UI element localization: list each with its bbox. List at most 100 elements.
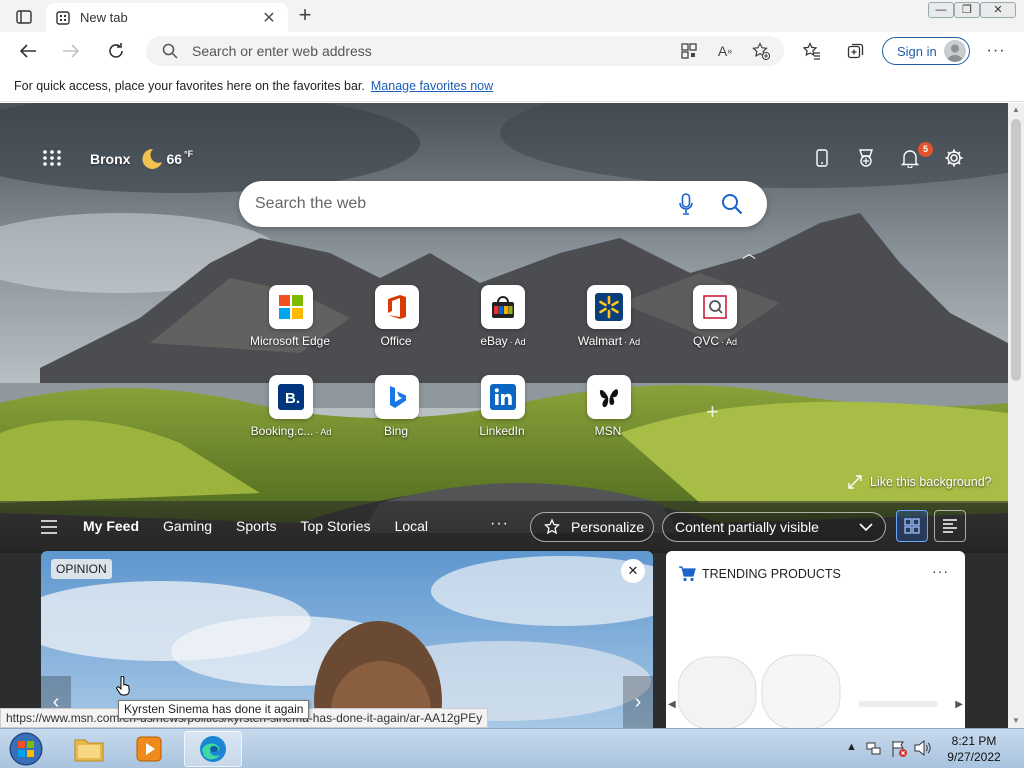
product-router-image: [678, 654, 938, 728]
expand-arrows-icon: [848, 475, 862, 489]
settings-more-button[interactable]: ···: [981, 36, 1011, 66]
feed-tab-sports[interactable]: Sports: [236, 518, 276, 534]
page-scrollbar[interactable]: ▲ ▼: [1008, 103, 1024, 728]
content-visibility-dropdown[interactable]: Content partially visible: [662, 512, 886, 542]
list-view-button[interactable]: [934, 510, 966, 542]
hand-cursor-icon: [116, 676, 130, 696]
collections-button[interactable]: [841, 36, 871, 66]
weather-location: Bronx: [90, 151, 131, 167]
personalize-label: Personalize: [571, 519, 645, 535]
trending-more-button[interactable]: ···: [932, 563, 949, 579]
title-bar: New tab ✕ + — ❐ ✕: [0, 0, 1024, 32]
quick-link-bing[interactable]: Bing: [342, 375, 452, 438]
taskbar-edge[interactable]: [184, 731, 242, 767]
trending-products-header: TRENDING PRODUCTS: [678, 566, 841, 582]
refresh-button[interactable]: [101, 36, 131, 66]
close-window-button[interactable]: ✕: [980, 2, 1016, 18]
feed-tab-top-stories[interactable]: Top Stories: [301, 518, 371, 534]
add-favorite-icon[interactable]: [750, 41, 772, 61]
feed-more-tabs-button[interactable]: ···: [490, 515, 509, 533]
address-bar[interactable]: A»: [146, 36, 784, 66]
manage-favorites-link[interactable]: Manage favorites now: [371, 79, 493, 93]
sign-in-label: Sign in: [897, 43, 937, 59]
web-search-input[interactable]: [255, 181, 655, 227]
new-tab-page: Bronx 66 °F 5 ︿ Microsoft Edge Office: [0, 103, 1008, 728]
tab-actions-button[interactable]: [10, 6, 38, 28]
tab-title: New tab: [80, 10, 128, 25]
restore-button[interactable]: ❐: [954, 2, 980, 18]
dismiss-card-close-icon[interactable]: ✕: [621, 559, 645, 583]
tile-label: MSN: [594, 424, 622, 438]
close-tab-icon[interactable]: ✕: [260, 8, 278, 28]
show-hidden-icons-arrow[interactable]: ▲: [846, 741, 857, 753]
windows-orb-icon: [9, 732, 43, 766]
quick-link-walmart[interactable]: Walmart · Ad: [554, 285, 664, 348]
new-tab-page-icon: [56, 10, 70, 25]
weather-widget[interactable]: Bronx 66 °F: [90, 147, 193, 171]
web-search-box[interactable]: [239, 181, 767, 227]
clock-time: 8:21 PM: [951, 734, 997, 748]
favorites-bar: For quick access, place your favorites h…: [0, 70, 1024, 102]
trending-next-arrow[interactable]: ▶: [955, 699, 963, 710]
sign-in-button[interactable]: Sign in: [882, 37, 970, 65]
scroll-down-arrow[interactable]: ▼: [1008, 714, 1024, 728]
microphone-icon[interactable]: [679, 193, 693, 215]
feed-navigation-bar: My Feed Gaming Sports Top Stories Local …: [0, 501, 1008, 553]
page-settings-gear-icon[interactable]: [943, 147, 965, 169]
forward-button[interactable]: [56, 36, 86, 66]
tile-label: QVC: [692, 334, 719, 348]
microsoft-logo-icon: [269, 285, 313, 329]
quick-link-microsoft-edge[interactable]: Microsoft Edge: [236, 285, 346, 348]
ebay-bag-icon: [481, 285, 525, 329]
weather-temperature: 66: [166, 151, 183, 167]
taskbar-media-player[interactable]: [120, 731, 178, 767]
feed-tab-my-feed[interactable]: My Feed: [83, 518, 139, 534]
taskbar-file-explorer[interactable]: [60, 731, 118, 767]
mobile-icon[interactable]: [811, 147, 833, 169]
minimize-button[interactable]: —: [928, 2, 954, 18]
trending-products-card[interactable]: TRENDING PRODUCTS ··· ◀ ▶: [666, 551, 965, 728]
quick-link-ebay[interactable]: eBay · Ad: [448, 285, 558, 348]
start-button[interactable]: [6, 731, 46, 767]
favorites-button[interactable]: [797, 36, 827, 66]
trending-previous-arrow[interactable]: ◀: [668, 699, 676, 710]
quick-link-linkedin[interactable]: LinkedIn: [448, 375, 558, 438]
collapse-tiles-chevron-icon[interactable]: ︿: [742, 243, 756, 263]
like-background-label: Like this background?: [870, 475, 992, 489]
tile-label: Bing: [383, 424, 409, 438]
app-available-icon[interactable]: [678, 41, 700, 61]
address-input[interactable]: [192, 36, 662, 66]
grid-view-button[interactable]: [896, 510, 928, 542]
apps-launcher-icon[interactable]: [42, 149, 62, 167]
read-aloud-icon[interactable]: A»: [714, 41, 736, 61]
quick-link-booking[interactable]: B. Booking.c... · Ad: [236, 375, 346, 438]
action-center-flag-icon[interactable]: [891, 740, 907, 758]
quick-link-qvc[interactable]: QVC · Ad: [660, 285, 770, 348]
feed-tab-local[interactable]: Local: [395, 518, 428, 534]
add-quick-link-icon[interactable]: +: [706, 399, 719, 425]
rewards-icon[interactable]: [855, 147, 877, 169]
content-visibility-value: Content partially visible: [675, 519, 819, 535]
scroll-up-arrow[interactable]: ▲: [1008, 103, 1024, 117]
back-button[interactable]: [13, 36, 43, 66]
like-background-link[interactable]: Like this background?: [848, 475, 992, 489]
tab-new-tab[interactable]: New tab ✕: [46, 3, 288, 32]
volume-icon[interactable]: [914, 740, 932, 756]
system-clock[interactable]: 8:21 PM 9/27/2022: [938, 733, 1010, 765]
quick-link-office[interactable]: Office: [342, 285, 452, 348]
list-view-icon: [943, 519, 957, 533]
favorites-message: For quick access, place your favorites h…: [14, 78, 365, 93]
tab-actions-icon: [16, 10, 32, 24]
new-tab-button[interactable]: +: [292, 4, 318, 27]
carousel-next-button[interactable]: ›: [623, 676, 653, 728]
collections-icon: [847, 43, 864, 59]
hamburger-menu-icon[interactable]: [40, 520, 58, 534]
feed-tab-gaming[interactable]: Gaming: [163, 518, 212, 534]
quick-link-msn[interactable]: MSN: [554, 375, 664, 438]
personalize-button[interactable]: Personalize: [530, 512, 654, 542]
opinion-badge: OPINION: [51, 559, 112, 579]
network-icon[interactable]: [866, 741, 882, 757]
link-tooltip: Kyrsten Sinema has done it again: [118, 700, 310, 719]
scrollbar-thumb[interactable]: [1011, 119, 1021, 381]
search-submit-icon[interactable]: [721, 193, 743, 215]
